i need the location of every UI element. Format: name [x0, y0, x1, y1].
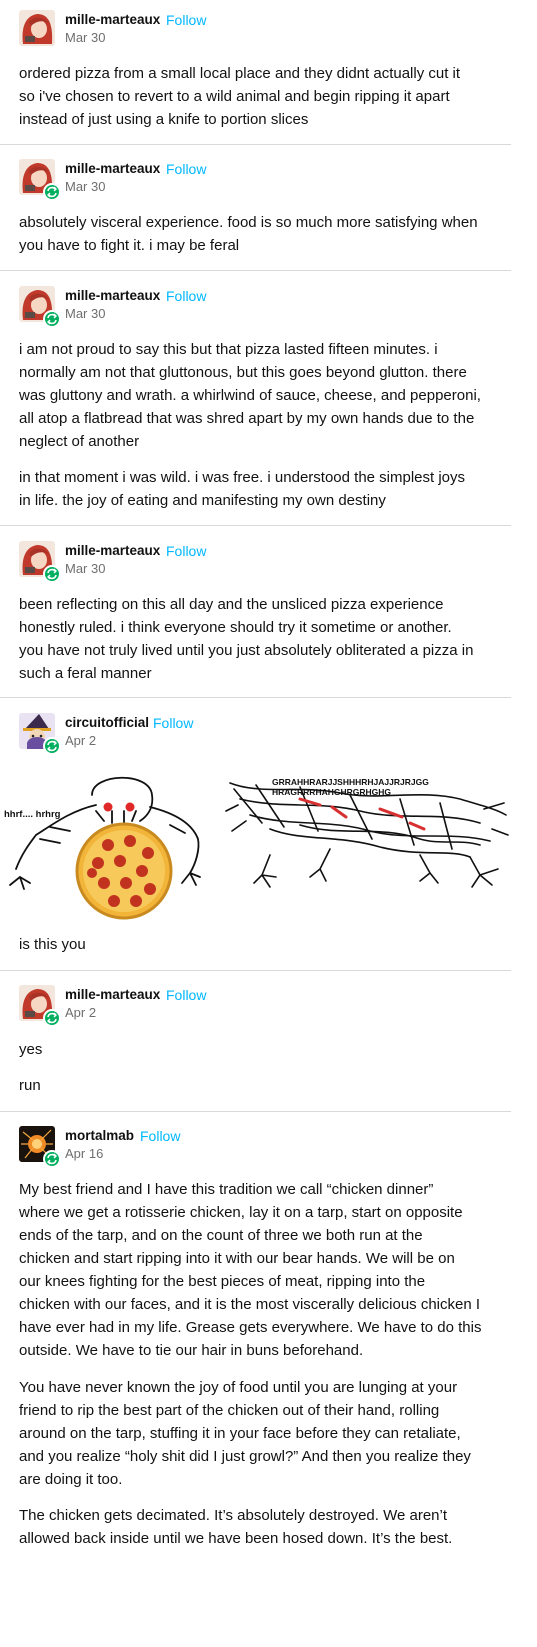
- text-line: instead of just using a knife to portion…: [19, 111, 309, 128]
- post-text: yes: [19, 1038, 504, 1061]
- post-date[interactable]: Mar 30: [65, 306, 105, 321]
- text-line: ends of the tarp, and on the count of th…: [19, 1227, 423, 1244]
- avatar[interactable]: [19, 286, 61, 328]
- text-line: i am not proud to say this but that pizz…: [19, 341, 438, 358]
- follow-button[interactable]: Follow: [153, 715, 193, 731]
- text-line: have ever had in my life. Grease gets ev…: [19, 1319, 482, 1336]
- post-date[interactable]: Apr 16: [65, 1146, 103, 1161]
- follow-button[interactable]: Follow: [140, 1128, 180, 1144]
- post-divider: [0, 1111, 511, 1112]
- reblog-icon: [43, 1150, 61, 1168]
- post-divider: [0, 144, 511, 145]
- post-text: ordered pizza from a small local place a…: [19, 62, 504, 131]
- username[interactable]: mille-marteaux: [65, 161, 160, 176]
- avatar[interactable]: [19, 985, 61, 1027]
- post-date[interactable]: Apr 2: [65, 733, 96, 748]
- reblog-icon: [43, 1009, 61, 1027]
- text-line: was gluttony and wrath. a whirlwind of s…: [19, 387, 481, 404]
- meme-caption-left: hhrf.... hrhrg: [4, 809, 61, 820]
- follow-button[interactable]: Follow: [166, 987, 206, 1003]
- post-text: My best friend and I have this tradition…: [19, 1178, 504, 1362]
- post-text: in that moment i was wild. i was free. i…: [19, 466, 504, 512]
- text-line: our knees fighting for the best pieces o…: [19, 1273, 426, 1290]
- text-line: The chicken gets decimated. It’s absolut…: [19, 1507, 448, 1524]
- avatar[interactable]: [19, 10, 55, 46]
- text-line: allowed back inside until we have been h…: [19, 1530, 453, 1547]
- text-line: in life. the joy of eating and manifesti…: [19, 492, 386, 509]
- text-line: neglect of another: [19, 433, 140, 450]
- text-line: You have never known the joy of food unt…: [19, 1379, 458, 1396]
- post-text: run: [19, 1074, 504, 1097]
- username[interactable]: mille-marteaux: [65, 987, 160, 1002]
- follow-button[interactable]: Follow: [166, 161, 206, 177]
- post-divider: [0, 525, 511, 526]
- text-line: such a feral manner: [19, 665, 152, 682]
- text-line: are doing it too.: [19, 1471, 123, 1488]
- post-text: is this you: [19, 933, 504, 956]
- post-date[interactable]: Mar 30: [65, 179, 105, 194]
- text-line: you have not truly lived until you just …: [19, 642, 474, 659]
- text-line: all atop a flatbread that was shred apar…: [19, 410, 475, 427]
- text-line: chicken with our faces, and it is the mo…: [19, 1296, 481, 1313]
- text-line: so i've chosen to revert to a wild anima…: [19, 88, 450, 105]
- text-line: My best friend and I have this tradition…: [19, 1181, 434, 1198]
- username[interactable]: mortalmab: [65, 1128, 134, 1143]
- creature-eye: [103, 802, 113, 812]
- text-line: is this you: [19, 936, 86, 953]
- post-text: absolutely visceral experience. food is …: [19, 211, 504, 257]
- text-line: where we get a rotisserie chicken, lay i…: [19, 1204, 463, 1221]
- post-date[interactable]: Mar 30: [65, 561, 105, 576]
- text-line: you have to fight it. i may be feral: [19, 237, 240, 254]
- avatar[interactable]: [19, 713, 61, 755]
- creature-eye: [125, 802, 135, 812]
- text-line: absolutely visceral experience. food is …: [19, 214, 478, 231]
- post-text: been reflecting on this all day and the …: [19, 593, 504, 685]
- text-line: honestly ruled. i think everyone should …: [19, 619, 452, 636]
- username[interactable]: mille-marteaux: [65, 12, 160, 27]
- post-date[interactable]: Mar 30: [65, 30, 105, 45]
- text-line: and you realize “holy shit did I just gr…: [19, 1448, 471, 1465]
- text-line: friend to rip the best part of the chick…: [19, 1402, 440, 1419]
- post-date[interactable]: Apr 2: [65, 1005, 96, 1020]
- avatar[interactable]: [19, 1126, 61, 1168]
- post-divider: [0, 697, 511, 698]
- text-line: chicken and start ripping into it with o…: [19, 1250, 455, 1267]
- avatar[interactable]: [19, 541, 61, 583]
- follow-button[interactable]: Follow: [166, 12, 206, 28]
- text-line: yes: [19, 1041, 43, 1058]
- text-line: normally am not that gluttonous, but thi…: [19, 364, 467, 381]
- avatar[interactable]: [19, 159, 61, 201]
- reblog-icon: [43, 565, 61, 583]
- text-line: been reflecting on this all day and the …: [19, 596, 444, 613]
- text-line: run: [19, 1077, 41, 1094]
- reblog-icon: [43, 310, 61, 328]
- text-line: around on the tarp, stuffing it in your …: [19, 1425, 461, 1442]
- meme-caption-right: GRRAHHRARJJSHHHRHJAJJRJRJGG: [272, 777, 429, 787]
- follow-button[interactable]: Follow: [166, 288, 206, 304]
- text-line: ordered pizza from a small local place a…: [19, 65, 461, 82]
- text-line: outside. We have to tie our hair in buns…: [19, 1342, 364, 1359]
- reblog-icon: [43, 183, 61, 201]
- meme-caption-right: HRAGRRRHAHGHRGRHGHG: [272, 787, 391, 797]
- post-divider: [0, 970, 511, 971]
- username[interactable]: circuitofficial: [65, 715, 149, 730]
- post-image[interactable]: hhrf.... hrhrg GRRAHHRARJJSHHHRHJAJJRJRJ…: [0, 765, 511, 925]
- post-divider: [0, 270, 511, 271]
- post-text: i am not proud to say this but that pizz…: [19, 338, 504, 453]
- username[interactable]: mille-marteaux: [65, 543, 160, 558]
- reblog-icon: [43, 737, 61, 755]
- text-line: in that moment i was wild. i was free. i…: [19, 469, 466, 486]
- post-text: The chicken gets decimated. It’s absolut…: [19, 1504, 504, 1550]
- username[interactable]: mille-marteaux: [65, 288, 160, 303]
- post-text: You have never known the joy of food unt…: [19, 1376, 504, 1491]
- follow-button[interactable]: Follow: [166, 543, 206, 559]
